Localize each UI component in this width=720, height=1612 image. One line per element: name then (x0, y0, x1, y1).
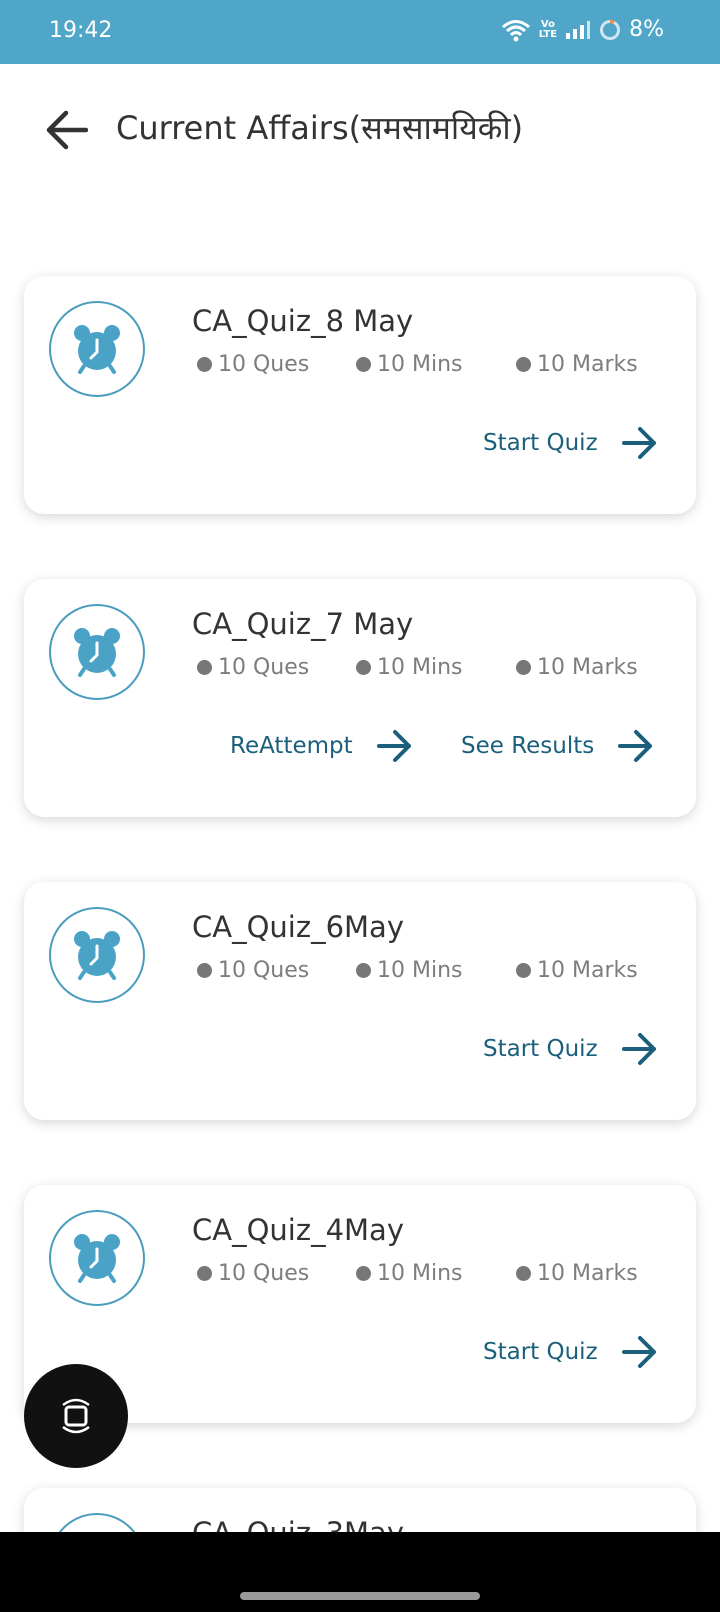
dot-icon (516, 1266, 531, 1281)
marks-info: 10 Marks (516, 655, 638, 680)
arrow-right-icon (618, 730, 653, 762)
mins-info: 10 Mins (356, 352, 463, 377)
mins-count: 10 Mins (377, 352, 463, 377)
battery-ring-icon (600, 19, 621, 40)
quiz-icon (49, 1210, 145, 1306)
dot-icon (356, 660, 371, 675)
dot-icon (356, 963, 371, 978)
signal-icon (566, 20, 591, 39)
alarm-clock-icon (74, 325, 120, 374)
dot-icon (356, 1266, 371, 1281)
see-results-label: See Results (461, 733, 595, 759)
ques-info: 10 Ques (197, 655, 309, 680)
quiz-card[interactable]: CA_Quiz_3May (24, 1488, 696, 1532)
quiz-card[interactable]: CA_Quiz_8 May 10 Ques 10 Mins 10 Marks S… (24, 276, 696, 514)
quiz-card[interactable]: CA_Quiz_6May 10 Ques 10 Mins 10 Marks St… (24, 882, 696, 1120)
dot-icon (197, 357, 212, 372)
arrow-right-icon (621, 1033, 656, 1065)
quiz-icon (49, 907, 145, 1003)
reattempt-button[interactable]: ReAttempt (230, 729, 413, 763)
start-quiz-button[interactable]: Start Quiz (483, 1032, 658, 1066)
volte-icon: Vo LTE (538, 18, 558, 40)
home-gesture-bar[interactable] (240, 1592, 480, 1600)
see-results-button[interactable]: See Results (461, 729, 654, 763)
mins-info: 10 Mins (356, 655, 463, 680)
marks-count: 10 Marks (537, 1261, 638, 1286)
start-quiz-button[interactable]: Start Quiz (483, 1335, 658, 1369)
quiz-title: CA_Quiz_7 May (192, 607, 414, 641)
quiz-icon (49, 604, 145, 700)
alarm-clock-icon (74, 1234, 120, 1283)
quiz-title: CA_Quiz_6May (192, 910, 404, 944)
start-quiz-label: Start Quiz (483, 1339, 598, 1365)
ques-count: 10 Ques (218, 1261, 310, 1286)
marks-info: 10 Marks (516, 958, 638, 983)
start-quiz-button[interactable]: Start Quiz (483, 426, 658, 460)
marks-count: 10 Marks (537, 352, 638, 377)
mins-info: 10 Mins (356, 1261, 463, 1286)
quiz-title: CA_Quiz_8 May (192, 304, 414, 338)
quiz-icon (49, 1513, 145, 1532)
dot-icon (197, 1266, 212, 1281)
arrow-right-icon (376, 730, 411, 762)
dot-icon (197, 660, 212, 675)
marks-info: 10 Marks (516, 352, 638, 377)
start-quiz-label: Start Quiz (483, 1036, 598, 1062)
status-bar: 19:42 Vo LTE 8% (0, 0, 720, 64)
back-button[interactable] (40, 104, 92, 156)
dot-icon (516, 357, 531, 372)
alarm-clock-icon (74, 931, 120, 980)
arrow-right-icon (621, 427, 656, 459)
dot-icon (516, 963, 531, 978)
mins-count: 10 Mins (377, 958, 463, 983)
quiz-title: CA_Quiz_3May (192, 1516, 404, 1532)
volte-bottom: LTE (538, 28, 558, 40)
reattempt-label: ReAttempt (230, 733, 353, 759)
app-bar: Current Affairs(समसामयिकी) (0, 64, 720, 194)
mins-info: 10 Mins (356, 958, 463, 983)
wifi-icon (501, 19, 530, 41)
page-title: Current Affairs(समसामयिकी) (116, 109, 524, 147)
marks-info: 10 Marks (516, 1261, 638, 1286)
mins-count: 10 Mins (377, 655, 463, 680)
ques-count: 10 Ques (218, 655, 310, 680)
arrow-right-icon (621, 1336, 656, 1368)
dot-icon (516, 660, 531, 675)
dot-icon (356, 357, 371, 372)
screen-rotate-button[interactable] (24, 1364, 128, 1468)
quiz-card[interactable]: CA_Quiz_7 May 10 Ques 10 Mins 10 Marks R… (24, 579, 696, 817)
quiz-title: CA_Quiz_4May (192, 1213, 404, 1247)
volte-top: Vo (540, 18, 555, 30)
dot-icon (197, 963, 212, 978)
alarm-clock-icon (74, 628, 120, 677)
ques-count: 10 Ques (218, 958, 310, 983)
battery-percent: 8% (629, 17, 664, 42)
mins-count: 10 Mins (377, 1261, 463, 1286)
ques-info: 10 Ques (197, 1261, 309, 1286)
quiz-icon (49, 301, 145, 397)
marks-count: 10 Marks (537, 958, 638, 983)
status-time: 19:42 (49, 18, 113, 43)
ques-count: 10 Ques (218, 352, 310, 377)
screen-rotate-icon (62, 1398, 90, 1434)
marks-count: 10 Marks (537, 655, 638, 680)
start-quiz-label: Start Quiz (483, 430, 598, 456)
quiz-card[interactable]: CA_Quiz_4May 10 Ques 10 Mins 10 Marks St… (24, 1185, 696, 1423)
status-icons: Vo LTE 8% (501, 17, 664, 42)
ques-info: 10 Ques (197, 958, 309, 983)
ques-info: 10 Ques (197, 352, 309, 377)
system-nav-bar (0, 1532, 720, 1612)
arrow-left-icon (46, 110, 88, 150)
